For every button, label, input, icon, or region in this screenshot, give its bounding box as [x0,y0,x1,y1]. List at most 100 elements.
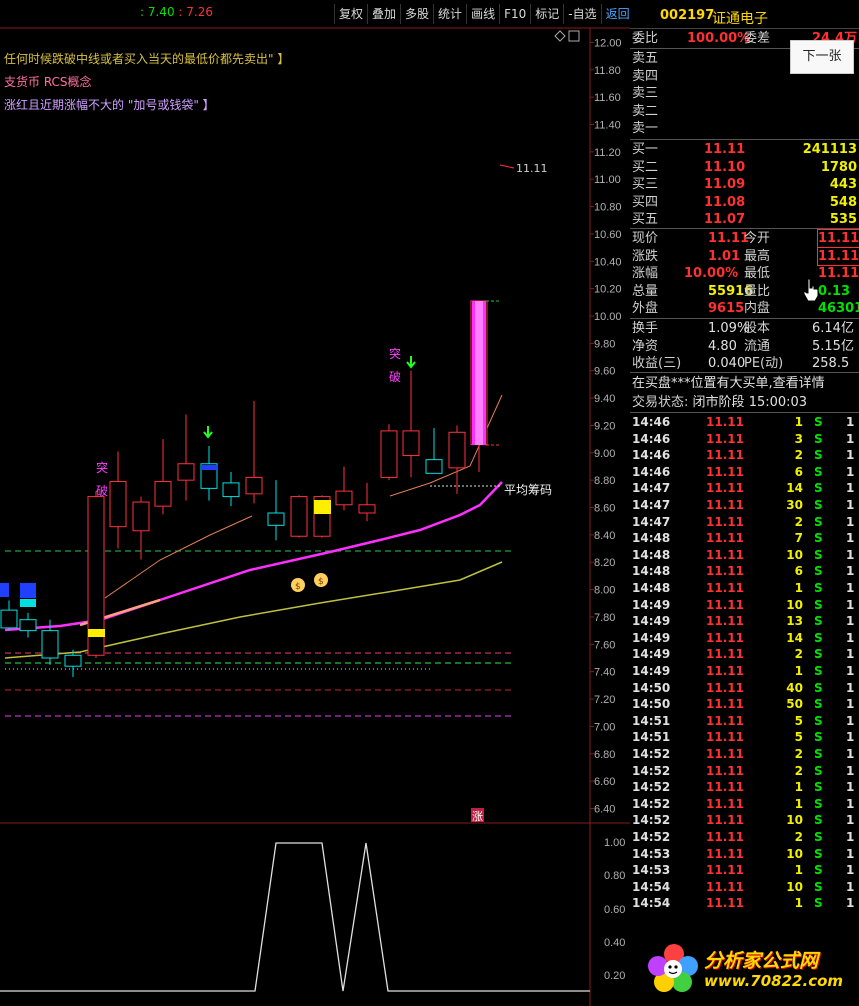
stat-label: 最高 [744,248,771,264]
weicha-label: 委差 [744,31,771,46]
blue-fill [20,583,36,598]
tick-row: 14:53 11.11 10 S 1 [630,846,859,863]
tick-cell: 1 [846,730,855,745]
limit-up-badge-text: 涨 [472,810,483,823]
sell-level-4: 卖四 [632,68,659,84]
kline-chart-area[interactable]: 12.00 11.80 11.60 11.40 11.20 11.00 10.80 10.60… [0,0,630,1006]
tick-cell: S [814,846,823,861]
tick-cell: 11.11 [706,713,744,728]
tick-cell: 14:48 [632,547,671,562]
money-bag-glyph: $ [318,577,324,587]
ma-magenta [4,481,503,632]
stat2-label: 收益(三) [632,356,682,372]
tick-row: 14:49 11.11 14 S 1 [630,630,859,647]
tick-cell: 1 [846,547,855,562]
tick-cell: 14:53 [632,863,671,878]
stat2-label: 流通 [744,338,771,354]
header-values: : 7.40 : 7.26 [140,5,213,19]
stat-label: 外盘 [632,301,659,317]
buy-level-label: 买四 [632,194,659,210]
tick-cell: S [814,431,823,446]
toolbar-btn-5[interactable]: F10 [499,4,530,24]
stat-label: 内盘 [744,301,771,317]
toolbar-btn-1[interactable]: 叠加 [367,4,400,24]
hand-cursor-icon [803,278,819,302]
tick-cell: 11.11 [706,763,744,778]
tick-cell: 1 [846,431,855,446]
money-bag-glyph: $ [295,582,301,592]
tick-row: 14:51 11.11 5 S 1 [630,729,859,746]
tick-cell: 11.11 [706,514,744,529]
tick-cell: S [814,664,823,678]
tick-cell: S [814,647,823,662]
buy-level-price: 11.11 [704,142,746,157]
formula-note-3: 涨红且近期涨幅不大的 "加号或钱袋" 】 [4,98,215,112]
tick-cell: 5 [794,730,803,745]
tick-row: 14:52 11.11 2 S 1 [630,746,859,763]
tick-cell: 1 [846,531,855,546]
tick-row: 14:48 11.11 10 S 1 [630,547,859,564]
stat-value: 1.01 [708,248,741,264]
tick-row: 14:50 11.11 50 S 1 [630,696,859,713]
tick-cell: 14:46 [632,464,671,479]
toolbar-btn-3[interactable]: 统计 [433,4,466,24]
tick-cell: 14:52 [632,796,671,811]
site-logo: 分析家公式网 www.70822.com [646,940,856,1000]
tick-row: 14:48 11.11 7 S 1 [630,530,859,547]
next-picture-button[interactable]: 下一张 [790,40,854,74]
toolbar-btn-4[interactable]: 画线 [466,4,499,24]
tick-cell: 2 [794,647,803,662]
tick-cell: 1 [846,498,855,512]
tick-cell: 14:54 [632,879,671,894]
tick-cell: 2 [794,763,803,778]
tick-cell: 11.11 [706,630,744,645]
tick-cell: 2 [794,448,803,463]
tick-cell: 11.11 [706,464,744,479]
price-axis-label: 7.80 [594,612,615,624]
price-axis-label: 7.00 [594,721,615,733]
toolbar-btn-6[interactable]: 标记 [530,4,563,24]
tick-cell: 2 [794,514,803,529]
tick-cell: 14:48 [632,531,671,546]
price-axis-label: 7.60 [594,639,615,651]
flower-logo-icon [648,944,698,992]
tick-cell: 1 [846,763,855,778]
toolbar-btn-2[interactable]: 多股 [400,4,433,24]
tick-cell: 2 [794,747,803,761]
tick-cell: 14:47 [632,514,671,529]
tick-cell: S [814,780,823,795]
breakout-label-4: 破 [389,369,401,384]
stat-value: 11.11 [816,246,859,266]
weibi-label: 委比 [632,31,659,46]
buy-level-volume: 1780 [820,159,857,175]
tick-row: 14:46 11.11 6 S 1 [630,464,859,481]
tick-row: 14:52 11.11 2 S 1 [630,829,859,846]
stat-value: 10.00% [684,266,739,282]
tick-row: 14:46 11.11 2 S 1 [630,447,859,464]
price-axis-label: 10.00 [594,311,622,323]
toolbar-btn-0[interactable]: 复权 [334,4,367,24]
tick-cell: 1 [846,514,855,529]
tick-cell: 10 [786,547,803,562]
tick-cell: 1 [846,630,855,645]
toolbar-btn-8[interactable]: 返回 [600,4,630,24]
tick-cell: S [814,813,823,828]
tick-cell: 11.11 [706,415,744,429]
big-order-notice[interactable]: 在买盘***位置有大买单,查看详情 [632,375,825,392]
tick-cell: S [814,514,823,529]
stat-value: 11.11 [708,231,750,246]
tick-cell: 1 [794,664,803,678]
square-icon [568,30,580,42]
stat-label: 涨幅 [632,266,659,282]
toolbar-btn-7[interactable]: -自选 [563,4,600,24]
buy-level-price: 11.10 [704,159,746,175]
buy-level-label: 买一 [632,142,659,157]
candle-body [380,430,398,478]
buy-level-volume: 241113 [802,142,857,157]
kline-chart[interactable]: 12.00 11.80 11.60 11.40 11.20 11.00 10.80 10.60… [0,0,630,1006]
price-axis-label: 6.40 [594,803,615,815]
tick-cell: 14:54 [632,896,671,911]
stat2-value: 5.15亿 [812,338,854,354]
tick-cell: 7 [794,531,803,546]
stat-label: 最低 [744,266,771,282]
